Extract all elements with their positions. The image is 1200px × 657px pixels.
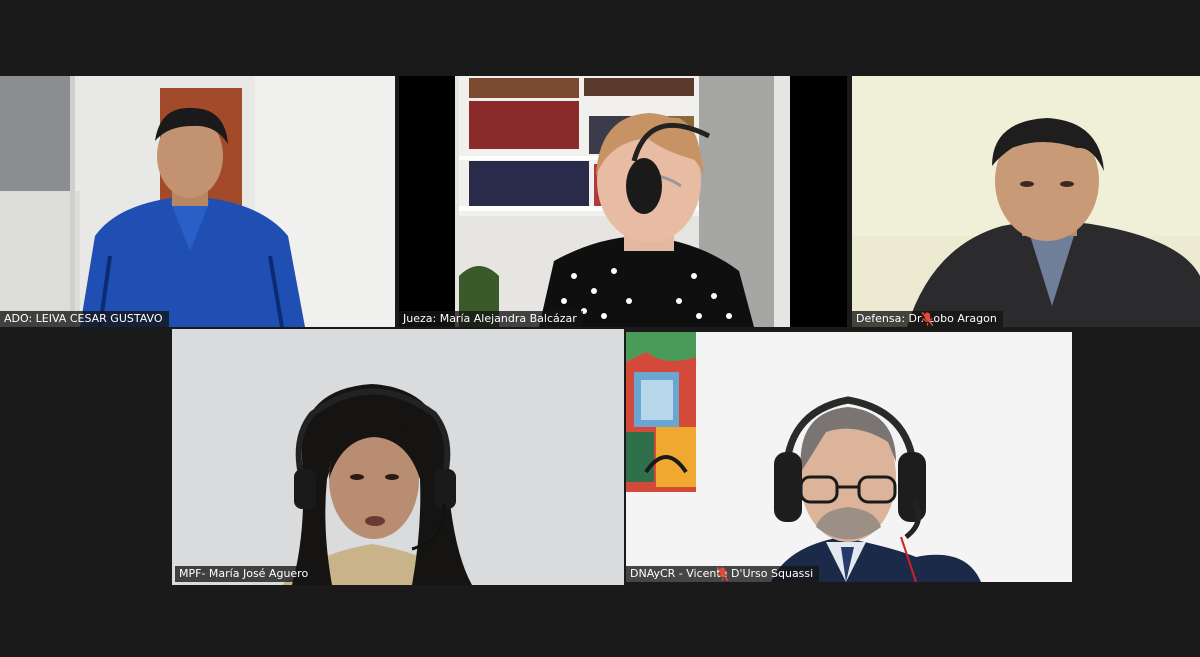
participant-video [0, 76, 395, 327]
video-tile-jueza[interactable]: Jueza: María Alejandra Balcázar [399, 76, 847, 327]
participant-name-label: MPF- María José Aguero [175, 566, 315, 582]
video-tile-defensa[interactable]: Defensa: Dr. Lobo Aragon [852, 76, 1200, 327]
participant-video [399, 76, 847, 327]
video-tile-mpf[interactable]: MPF- María José Aguero [172, 329, 624, 585]
mic-muted-icon [921, 311, 934, 327]
video-tile-dnaycr[interactable]: DNAyCR - Vicente D'Urso Squassi [626, 332, 1072, 582]
participant-name-label: Jueza: María Alejandra Balcázar [399, 311, 583, 327]
participant-name: ADO: LEIVA CESAR GUSTAVO [4, 312, 163, 325]
participant-video [852, 76, 1200, 327]
mic-muted-icon [716, 566, 729, 582]
participant-name: MPF- María José Aguero [179, 567, 309, 580]
participant-name-label: DNAyCR - Vicente D'Urso Squassi [626, 566, 820, 582]
participant-name-label: ADO: LEIVA CESAR GUSTAVO [0, 311, 169, 327]
participant-name-label: Defensa: Dr. Lobo Aragon [852, 311, 1003, 327]
participant-video [626, 332, 1072, 582]
video-tile-leiva[interactable]: ADO: LEIVA CESAR GUSTAVO [0, 76, 395, 327]
participant-name: Jueza: María Alejandra Balcázar [403, 312, 577, 325]
participant-video [172, 329, 624, 585]
